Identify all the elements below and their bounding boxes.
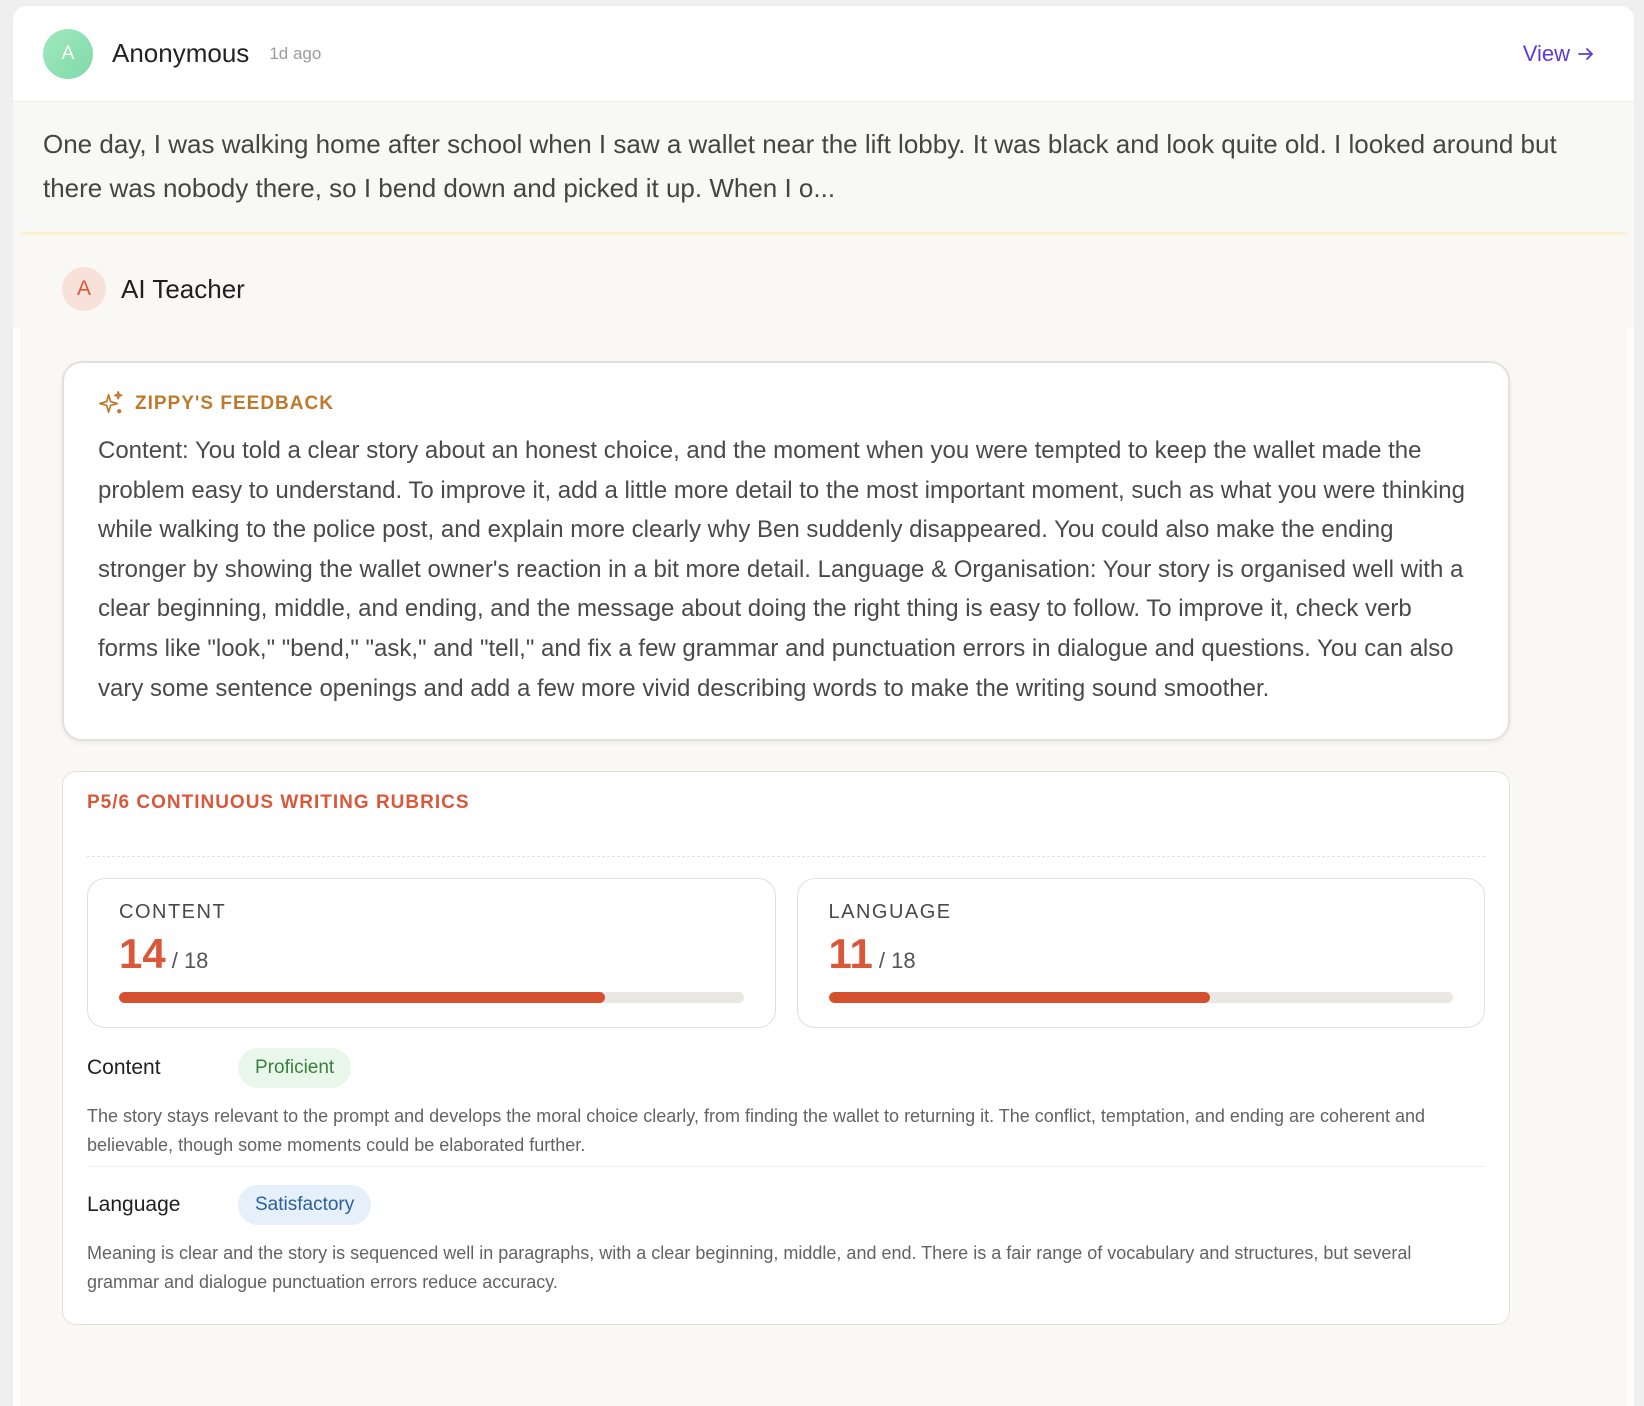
score-bar-fill [828, 992, 1211, 1003]
criterion-language: Language Satisfactory Meaning is clear a… [87, 1185, 1485, 1296]
author-name: Anonymous [112, 38, 250, 68]
score-card-language: LANGUAGE 11 / 18 [796, 878, 1485, 1028]
rubric-divider [87, 856, 1485, 857]
arrow-right-icon [1578, 47, 1593, 60]
score-card-content: CONTENT 14 / 18 [87, 878, 776, 1028]
teacher-avatar: A [62, 267, 106, 311]
score-max: / 18 [171, 948, 209, 973]
feedback-title-label: ZIPPY'S FEEDBACK [135, 392, 334, 414]
post-timestamp: 1d ago [269, 43, 322, 63]
avatar: A [43, 28, 93, 79]
score-bar-track [119, 992, 744, 1003]
score-bar-fill [119, 992, 605, 1003]
score-value: 11 [828, 930, 873, 977]
criterion-description: Meaning is clear and the story is sequen… [87, 1243, 1412, 1292]
rubric-title: P5/6 CONTINUOUS WRITING RUBRICS [87, 792, 470, 813]
criterion-description: The story stays relevant to the prompt a… [87, 1106, 1426, 1155]
teacher-feedback-section: A AI Teacher ZIPPY'S FEEDBACK Content: Y… [20, 232, 1627, 1406]
post-header: A Anonymous 1d ago View [13, 6, 1634, 102]
score-max: / 18 [878, 948, 916, 973]
level-badge: Proficient [238, 1048, 352, 1088]
feedback-body: Content: You told a clear story about an… [98, 437, 1465, 702]
rubric-card: P5/6 CONTINUOUS WRITING RUBRICS CONTENT … [62, 771, 1510, 1325]
criterion-divider [87, 1166, 1485, 1167]
criterion-header: Content Proficient [87, 1048, 1485, 1088]
teacher-header: A AI Teacher [62, 267, 245, 311]
score-bar-track [828, 992, 1453, 1003]
score-line: 11 / 18 [829, 930, 1454, 978]
sparkle-icon [99, 391, 123, 414]
score-row: CONTENT 14 / 18 LANGUAGE 11 / 18 [87, 878, 1485, 1028]
criterion-header: Language Satisfactory [87, 1185, 1485, 1225]
criterion-name: Content [87, 1056, 161, 1079]
level-badge: Satisfactory [238, 1185, 372, 1225]
view-link[interactable]: View [1523, 41, 1604, 67]
criterion-content: Content Proficient The story stays relev… [87, 1048, 1485, 1167]
score-label: LANGUAGE [828, 901, 952, 923]
feedback-title: ZIPPY'S FEEDBACK [98, 390, 1474, 417]
score-value: 14 [119, 930, 166, 977]
post-card: A Anonymous 1d ago View One day, I was w… [13, 6, 1634, 1406]
score-label: CONTENT [119, 901, 227, 923]
feedback-card: ZIPPY'S FEEDBACK Content: You told a cle… [62, 361, 1510, 741]
teacher-name: AI Teacher [121, 273, 245, 304]
criterion-name: Language [87, 1193, 181, 1216]
view-link-label: View [1522, 40, 1570, 66]
score-line: 14 / 18 [119, 930, 744, 978]
